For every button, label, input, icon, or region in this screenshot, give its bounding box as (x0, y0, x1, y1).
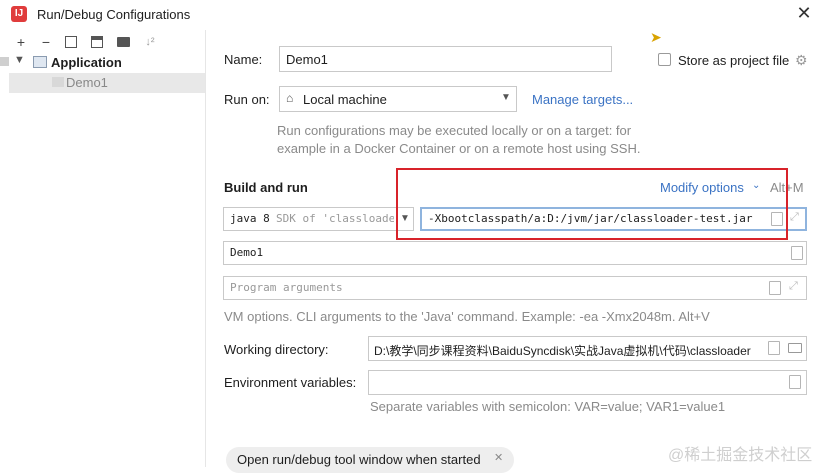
jdk-hint: SDK of 'classloader (276, 212, 394, 225)
browse-icon[interactable] (791, 246, 803, 260)
add-icon[interactable]: + (12, 33, 30, 51)
build-and-run-heading: Build and run (224, 180, 308, 195)
store-as-project-label: Store as project file (678, 53, 790, 68)
name-field-value: Demo1 (286, 52, 328, 67)
name-label: Name: (224, 52, 263, 67)
environment-variables-hint: Separate variables with semicolon: VAR=v… (370, 399, 726, 414)
run-on-label: Run on: (224, 92, 270, 107)
folder-icon[interactable] (788, 343, 802, 353)
main-class-value: Demo1 (230, 246, 264, 259)
environment-variables-label: Environment variables: (224, 375, 357, 390)
remove-icon[interactable]: − (37, 33, 55, 51)
copy-icon[interactable] (65, 36, 77, 48)
vm-options-hint: VM options. CLI arguments to the 'Java' … (224, 309, 710, 324)
environment-variables-field[interactable] (368, 370, 807, 395)
working-directory-value: D:\教学\同步课程资料\BaiduSyncdisk\实战Java虚拟机\代码\… (374, 344, 751, 358)
cursor-icon: ➤ (650, 29, 662, 45)
run-on-value: Local machine (303, 92, 387, 107)
sort-icon[interactable]: ↓² (141, 33, 159, 51)
main-class-field[interactable]: Demo1 (223, 241, 807, 265)
fullscreen-icon[interactable]: ⤢ (790, 211, 799, 224)
highlight-annotation (396, 168, 788, 240)
gear-icon[interactable]: ⚙ (795, 52, 808, 69)
home-icon: ⌂ (286, 91, 294, 105)
tree-group-application[interactable]: Application (51, 55, 122, 70)
program-arguments-field[interactable]: Program arguments ⤢ (223, 276, 807, 300)
store-as-project-checkbox[interactable] (658, 53, 671, 66)
watermark: @稀土掘金技术社区 (668, 447, 813, 464)
chevron-down-icon[interactable]: ▼ (14, 54, 25, 66)
name-field[interactable]: Demo1 (279, 46, 612, 72)
config-icon (52, 77, 64, 87)
open-tool-window-label: Open run/debug tool window when started (237, 452, 481, 467)
working-directory-field[interactable]: D:\教学\同步课程资料\BaiduSyncdisk\实战Java虚拟机\代码\… (368, 336, 807, 361)
application-icon (33, 56, 47, 68)
remove-option-icon[interactable]: ✕ (494, 451, 503, 464)
fullscreen-icon[interactable]: ⤢ (789, 280, 798, 293)
folder-add-icon[interactable] (117, 37, 130, 47)
jdk-select[interactable]: java 8 SDK of 'classloader ▼ (223, 207, 414, 231)
macro-icon[interactable] (768, 341, 780, 355)
close-icon[interactable]: ✕ (794, 3, 814, 23)
dropdown-arrow-icon: ▼ (501, 92, 511, 103)
manage-targets-link[interactable]: Manage targets... (532, 92, 633, 107)
expand-text-icon[interactable] (769, 281, 781, 295)
configurations-tree-panel (0, 30, 206, 467)
run-on-hint-line1: Run configurations may be executed local… (277, 123, 632, 138)
jdk-value: java 8 (230, 212, 270, 225)
edit-variables-icon[interactable] (789, 375, 801, 389)
intellij-logo-icon: IJ (11, 6, 27, 22)
working-directory-label: Working directory: (224, 342, 329, 357)
run-on-hint-line2: example in a Docker Container or on a re… (277, 141, 641, 156)
open-tool-window-option[interactable]: Open run/debug tool window when started … (226, 447, 514, 473)
window-title: Run/Debug Configurations (37, 7, 191, 22)
run-on-select[interactable]: ⌂ Local machine ▼ (279, 86, 517, 112)
tree-item-demo1[interactable]: Demo1 (66, 75, 108, 90)
save-icon[interactable] (91, 36, 103, 48)
program-arguments-placeholder: Program arguments (230, 281, 343, 294)
scroll-marker (0, 57, 9, 66)
